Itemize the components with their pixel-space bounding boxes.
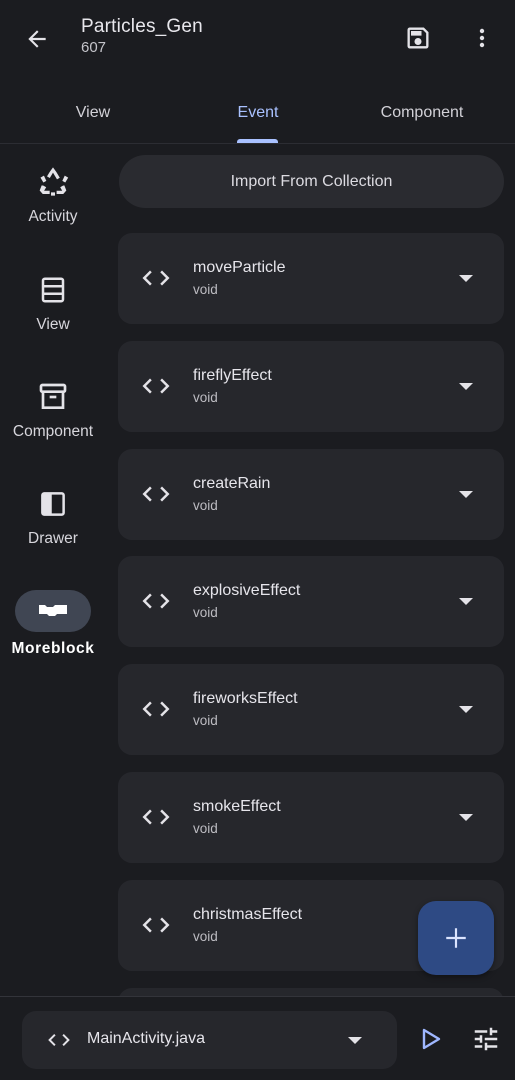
code-icon [142, 486, 170, 502]
rail-label-moreblock: Moreblock [11, 640, 95, 657]
event-name: fireworksEffect [193, 690, 298, 707]
code-icon [142, 917, 170, 933]
event-return-type: void [193, 929, 218, 944]
caret-down-icon [459, 706, 473, 713]
navigation-rail: Activity View Component Drawer Moreblock [0, 146, 108, 996]
moreblock-icon [39, 605, 67, 616]
rail-icon-wrap [33, 162, 73, 202]
app-root: Particles_Gen 607 View Event Component A… [0, 0, 515, 1080]
rail-label-drawer: Drawer [28, 530, 78, 547]
code-icon-wrap [140, 802, 172, 832]
add-moreblock-button[interactable] [418, 901, 494, 975]
code-icon-wrap [140, 263, 172, 293]
event-return-type: void [193, 713, 218, 728]
code-icon-wrap [140, 586, 172, 616]
caret-down-icon [459, 598, 473, 605]
rail-icon-wrap [33, 377, 73, 417]
rail-item-activity[interactable]: Activity [0, 162, 106, 226]
code-icon [142, 378, 170, 394]
event-return-type: void [193, 821, 218, 836]
tab-indicator [237, 139, 278, 143]
event-name: moveParticle [193, 259, 286, 276]
event-name: christmasEffect [193, 906, 303, 923]
tab-bar: View Event Component [0, 84, 515, 144]
expand-button[interactable] [455, 700, 477, 720]
rail-item-moreblock[interactable]: Moreblock [0, 590, 106, 658]
top-app-bar: Particles_Gen 607 [0, 0, 515, 80]
file-name: MainActivity.java [87, 1030, 205, 1047]
tune-icon [474, 1027, 498, 1051]
view-list-icon [41, 277, 65, 303]
arrow-left-icon [28, 30, 46, 48]
code-icon [142, 270, 170, 286]
archive-box-icon [39, 383, 67, 409]
caret-down-wrap [344, 1031, 366, 1051]
event-list-item[interactable]: explosiveEffect void [118, 556, 504, 647]
event-list-item[interactable]: fireworksEffect void [118, 664, 504, 755]
save-button[interactable] [396, 16, 440, 60]
rail-icon-wrap [33, 484, 73, 524]
code-icon [48, 1034, 70, 1046]
event-list-item[interactable]: moveParticle void [118, 233, 504, 324]
caret-down-icon [459, 491, 473, 498]
build-settings-button[interactable] [466, 1019, 506, 1059]
code-icon [142, 593, 170, 609]
expand-button[interactable] [455, 269, 477, 289]
more-vert-icon [479, 28, 485, 48]
expand-button[interactable] [455, 485, 477, 505]
tab-view[interactable]: View [0, 84, 186, 142]
rail-item-view[interactable]: View [0, 270, 106, 334]
rail-item-drawer[interactable]: Drawer [0, 484, 106, 548]
code-icon-wrap [46, 1027, 72, 1053]
code-icon-wrap [140, 479, 172, 509]
event-return-type: void [193, 498, 218, 513]
event-name: fireflyEffect [193, 367, 272, 384]
caret-down-icon [459, 814, 473, 821]
tab-event[interactable]: Event [172, 84, 344, 142]
rail-label-component: Component [12, 423, 94, 440]
event-return-type: void [193, 390, 218, 405]
expand-button[interactable] [455, 592, 477, 612]
event-list-item[interactable]: createRain void [118, 449, 504, 540]
rail-label-activity: Activity [28, 208, 78, 225]
code-icon-wrap [140, 910, 172, 940]
event-name: smokeEffect [193, 798, 281, 815]
event-list-item[interactable]: fireflyEffect void [118, 341, 504, 432]
project-id: 607 [81, 39, 107, 56]
import-from-collection-button[interactable]: Import From Collection [119, 155, 504, 208]
rail-icon-wrap [33, 270, 73, 310]
bottom-bar: MainActivity.java [0, 996, 515, 1080]
event-return-type: void [193, 282, 218, 297]
recycle-icon [39, 167, 69, 196]
rail-item-component[interactable]: Component [0, 377, 106, 441]
caret-down-icon [459, 275, 473, 282]
caret-down-icon [348, 1037, 362, 1044]
file-selector-dropdown[interactable]: MainActivity.java [22, 1011, 397, 1069]
event-name: createRain [193, 475, 271, 492]
code-icon-wrap [140, 694, 172, 724]
tab-component[interactable]: Component [338, 84, 506, 142]
plus-icon [446, 928, 466, 948]
event-return-type: void [193, 605, 218, 620]
code-icon [142, 809, 170, 825]
expand-button[interactable] [455, 808, 477, 828]
more-options-button[interactable] [462, 16, 502, 60]
play-icon [422, 1028, 441, 1050]
rail-label-view: View [36, 316, 70, 333]
expand-button[interactable] [455, 377, 477, 397]
caret-down-icon [459, 383, 473, 390]
rail-selected-indicator [15, 590, 91, 632]
save-icon [407, 27, 429, 49]
code-icon-wrap [140, 371, 172, 401]
code-icon [142, 701, 170, 717]
project-title: Particles_Gen [81, 16, 203, 37]
back-button[interactable] [14, 16, 60, 62]
event-list-item[interactable]: smokeEffect void [118, 772, 504, 863]
run-button[interactable] [414, 1021, 448, 1057]
title-block: Particles_Gen 607 [81, 16, 203, 58]
drawer-panel-icon [41, 492, 65, 516]
event-name: explosiveEffect [193, 582, 301, 599]
